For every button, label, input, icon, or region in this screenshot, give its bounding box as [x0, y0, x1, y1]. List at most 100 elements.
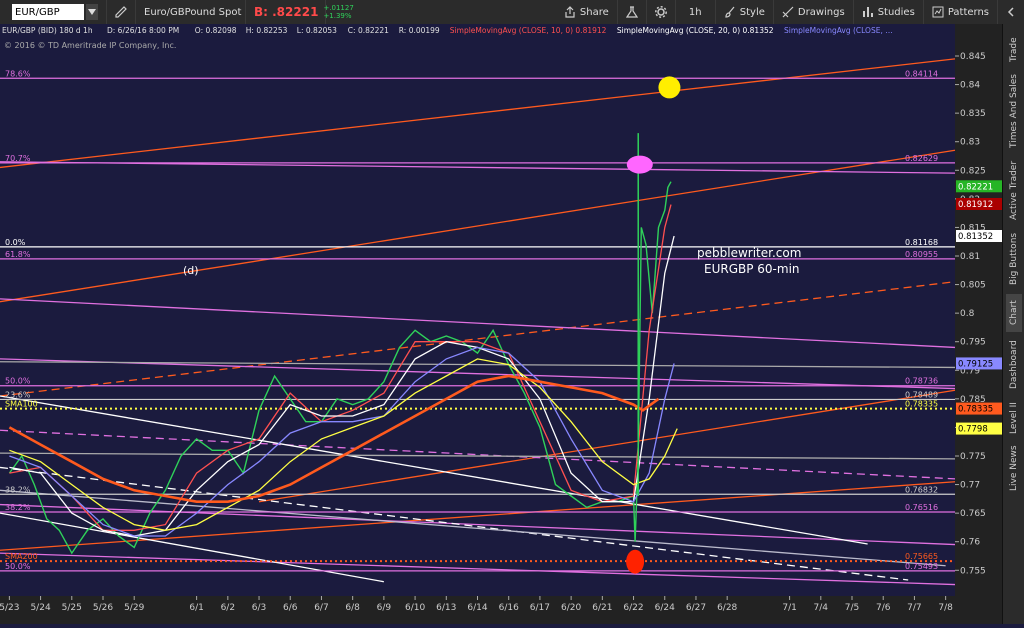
ohlc-item: H: 0.82253	[246, 26, 288, 35]
interval-button[interactable]: 1h	[676, 0, 716, 24]
study-legend: SimpleMovingAvg (CLOSE, …	[784, 26, 893, 35]
fib-level-label: 50.0%	[5, 562, 31, 571]
x-tick-label: 6/27	[686, 603, 706, 613]
sidebar-tab-big-buttons[interactable]: Big Buttons	[1006, 231, 1022, 287]
annotation-site: pebblewriter.com	[697, 246, 801, 260]
fib-level-label: SMA100	[5, 400, 38, 409]
annotation-letter: (d)	[183, 264, 199, 277]
sidebar-tab-live-news[interactable]: Live News	[1006, 444, 1022, 492]
x-tick-label: 5/25	[62, 603, 82, 613]
share-icon	[565, 6, 575, 18]
studies-icon	[862, 7, 873, 17]
y-tick-label: 0.765	[960, 509, 986, 519]
fib-level-label: SMA200	[5, 552, 38, 561]
gear-icon	[654, 6, 667, 18]
fib-level-value: 0.76516	[905, 503, 938, 512]
share-button[interactable]: Share	[556, 0, 618, 24]
fib-level-value: 0.75665	[905, 552, 938, 561]
fib-level-label: 0.0%	[5, 238, 26, 247]
highlight-marker	[626, 549, 645, 574]
pencil-icon[interactable]	[107, 0, 136, 24]
y-tick-label: 0.775	[960, 452, 986, 462]
style-button[interactable]: Style	[716, 0, 774, 24]
x-tick-label: 6/20	[561, 603, 581, 613]
fib-level-value: 0.84114	[905, 69, 938, 78]
x-tick-label: 6/21	[592, 603, 612, 613]
fib-level-label: 23.6%	[5, 390, 31, 399]
chevron-down-icon[interactable]	[86, 4, 98, 20]
x-tick-label: 6/24	[655, 603, 675, 613]
patterns-button[interactable]: Patterns	[924, 0, 998, 24]
settings-button[interactable]	[647, 0, 676, 24]
annotation-subtitle: EURGBP 60-min	[704, 262, 800, 276]
fib-level-label: 61.8%	[5, 250, 31, 259]
sidebar-tab-dashboard[interactable]: Dashboard	[1006, 339, 1022, 391]
flask-button[interactable]	[618, 0, 647, 24]
right-sidebar: Trade Times And Sales Active Trader Big But…	[1002, 24, 1024, 624]
x-tick-label: 6/6	[283, 603, 298, 613]
drawings-icon	[782, 6, 794, 18]
x-tick-label: 7/4	[814, 603, 829, 613]
fib-level-value: 0.80955	[905, 250, 938, 259]
studies-button[interactable]: Studies	[854, 0, 924, 24]
x-tick-label: 7/8	[938, 603, 953, 613]
x-tick-label: 6/13	[436, 603, 456, 613]
price-tag-label: 0.79125	[958, 359, 993, 369]
fib-level-value: 0.78489	[905, 390, 938, 399]
highlight-marker	[658, 76, 681, 99]
fib-level-value: 0.76832	[905, 485, 938, 494]
price-chart[interactable]: 78.6% 0.84114 70.7% 0.82629 0.0% 0.81168 61.8%…	[0, 24, 1003, 624]
bid-price: B: .82221 +.01127 +1.39%	[246, 0, 354, 24]
copyright-text: © 2016 © TD Ameritrade IP Company, Inc.	[4, 41, 176, 50]
ohlc-item: O: 0.82098	[195, 26, 237, 35]
fib-level-label: 50.0%	[5, 377, 31, 386]
symbol-description: Euro/GBPound Spot	[136, 0, 246, 24]
sidebar-tab-level-ii[interactable]: Level II	[1006, 399, 1022, 437]
y-tick-label: 0.8	[960, 309, 975, 319]
sidebar-tab-trade[interactable]: Trade	[1006, 32, 1022, 68]
change-pct: +1.39%	[323, 12, 352, 20]
x-tick-label: 7/7	[907, 603, 921, 613]
x-tick-label: 7/5	[845, 603, 859, 613]
y-tick-label: 0.795	[960, 338, 986, 348]
change-box: +.01127 +1.39%	[323, 4, 353, 20]
y-tick-label: 0.845	[960, 52, 986, 62]
share-label: Share	[579, 6, 609, 18]
sidebar-tab-active-trader[interactable]: Active Trader	[1006, 154, 1022, 226]
x-tick-label: 6/22	[623, 603, 643, 613]
studies-label: Studies	[877, 6, 915, 18]
x-tick-label: 6/1	[189, 603, 203, 613]
ohlc-item: L: 0.82053	[297, 26, 337, 35]
sidebar-tab-times-and-sales[interactable]: Times And Sales	[1006, 74, 1022, 148]
fib-level-value: 0.78335	[905, 400, 938, 409]
highlight-marker	[626, 155, 653, 174]
y-tick-label: 0.77	[960, 481, 980, 491]
chart-area[interactable]: 78.6% 0.84114 70.7% 0.82629 0.0% 0.81168 61.8%…	[0, 24, 1003, 624]
x-tick-label: 5/24	[30, 603, 50, 613]
y-tick-label: 0.835	[960, 109, 986, 119]
x-tick-label: 6/16	[499, 603, 519, 613]
drawings-button[interactable]: Drawings	[774, 0, 854, 24]
x-tick-label: 6/3	[252, 603, 266, 613]
brush-icon	[725, 6, 735, 18]
x-tick-label: 6/14	[467, 603, 487, 613]
x-tick-label: 5/26	[93, 603, 113, 613]
price-tag-label: 0.81912	[958, 200, 993, 210]
price-tag-label: 0.82221	[958, 182, 993, 192]
x-tick-label: 7/6	[876, 603, 891, 613]
ohlc-item: EUR/GBP (BID) 180 d 1h	[2, 26, 93, 35]
price-tag-label: 0.81352	[958, 232, 993, 242]
chevron-down-icon	[88, 9, 96, 15]
ohlc-item: R: 0.00199	[399, 26, 440, 35]
symbol-selector[interactable]: EUR/GBP	[0, 0, 107, 24]
x-tick-label: 6/2	[221, 603, 235, 613]
y-tick-label: 0.76	[960, 538, 980, 548]
sidebar-tab-chart[interactable]: Chart	[1006, 294, 1022, 332]
change-abs: +.01127	[323, 4, 354, 12]
y-tick-label: 0.84	[960, 81, 980, 91]
symbol-input[interactable]: EUR/GBP	[12, 4, 84, 20]
flask-icon	[625, 6, 638, 18]
study-legend: SimpleMovingAvg (CLOSE, 20, 0) 0.81352	[617, 26, 774, 35]
collapse-button[interactable]	[998, 0, 1024, 24]
price-tag-label: 0.7798	[958, 425, 988, 435]
